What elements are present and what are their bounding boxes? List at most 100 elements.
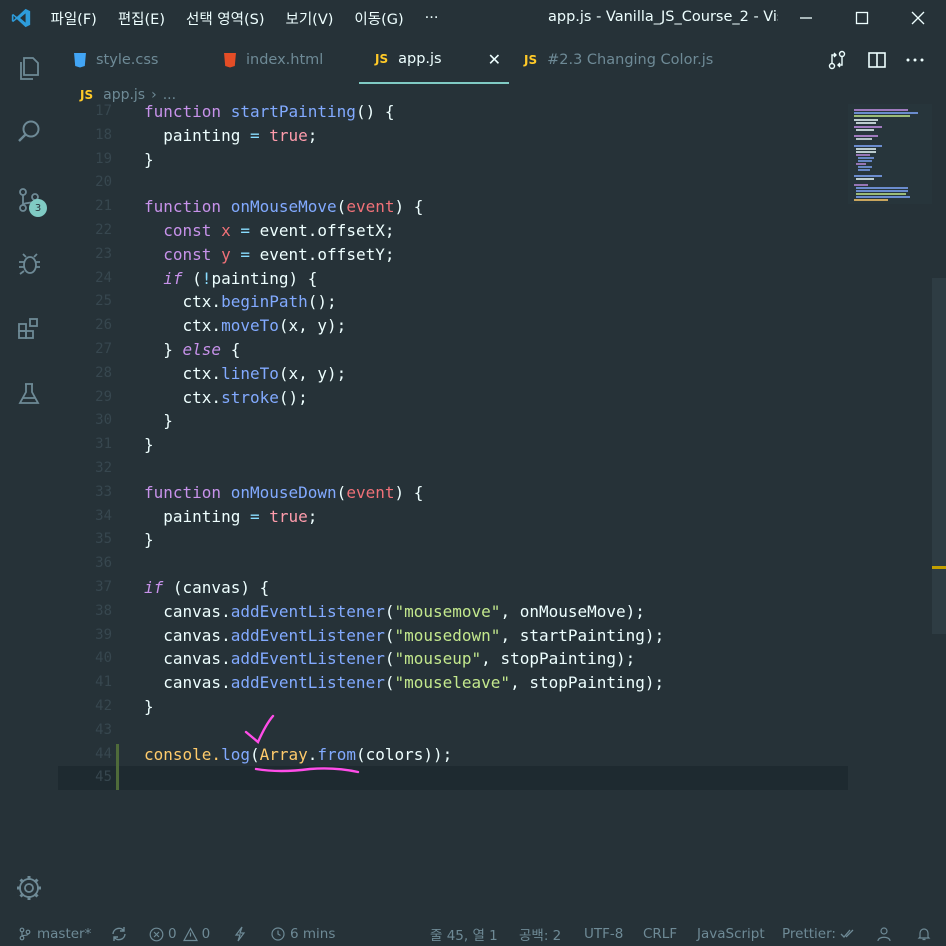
branch-indicator[interactable]: master* (18, 922, 91, 946)
sync-button[interactable] (110, 922, 128, 946)
tab-changing-color-js[interactable]: JS #2.3 Changing Color.js (524, 36, 713, 84)
code-editor[interactable]: 17 function startPainting() {18 painting … (58, 100, 848, 922)
minimize-button[interactable] (778, 0, 834, 36)
code-line[interactable]: 23 const y = event.offsetY; (58, 243, 848, 267)
end-of-line[interactable]: CRLF (643, 922, 677, 946)
time-text: 6 mins (290, 926, 336, 942)
code-token: event (346, 197, 395, 217)
code-token: x (221, 221, 231, 240)
code-line[interactable]: 26 ctx.moveTo(x, y); (58, 314, 848, 338)
window-title: app.js - Vanilla_JS_Course_2 - Vis... (548, 9, 778, 25)
code-token: beginPath (221, 292, 308, 312)
code-token: event.offsetX; (249, 221, 395, 240)
encoding[interactable]: UTF-8 (584, 922, 623, 946)
code-token: addEventListener (230, 625, 385, 645)
indent-guide (116, 744, 119, 790)
extensions-button[interactable] (0, 304, 58, 352)
feedback-button[interactable] (876, 922, 892, 946)
code-line[interactable]: 39 canvas.addEventListener("mousedown", … (58, 624, 848, 648)
compare-icon (828, 50, 846, 70)
code-token: moveTo (221, 316, 279, 336)
code-token: function (144, 102, 231, 121)
tab-style-css[interactable]: style.css (74, 36, 158, 84)
code-text: } (144, 528, 154, 552)
code-line[interactable]: 42} (58, 695, 848, 719)
tab-app-js[interactable]: JS app.js ✕ (359, 36, 509, 84)
close-window-button[interactable] (890, 0, 946, 36)
code-line[interactable]: 45 (58, 766, 848, 791)
time-tracker[interactable]: 6 mins (270, 922, 335, 946)
menu-file[interactable]: 파일(F) (40, 8, 107, 29)
code-line[interactable]: 20 (58, 171, 848, 195)
code-line[interactable]: 36 (58, 552, 848, 576)
code-line[interactable]: 28 ctx.lineTo(x, y); (58, 362, 848, 386)
lightning-button[interactable] (233, 922, 247, 946)
source-control-button[interactable] (0, 176, 58, 224)
maximize-button[interactable] (834, 0, 890, 36)
code-line[interactable]: 21 function onMouseMove(event) { (58, 195, 848, 219)
settings-button[interactable] (0, 864, 58, 912)
notifications-button[interactable] (916, 922, 932, 946)
menu-view[interactable]: 보기(V) (275, 8, 344, 29)
code-line[interactable]: 18 painting = true; (58, 124, 848, 148)
more-actions-button[interactable] (904, 36, 926, 84)
code-line[interactable]: 37 if (canvas) { (58, 576, 848, 600)
error-count: 0 (168, 926, 177, 942)
warning-count: 0 (201, 926, 211, 942)
code-text: ctx.stroke(); (144, 386, 308, 410)
language-mode[interactable]: JavaScript (697, 922, 765, 946)
menu-more[interactable]: ··· (414, 10, 449, 26)
code-line[interactable]: 31} (58, 433, 848, 457)
code-line[interactable]: 22 const x = event.offsetX; (58, 219, 848, 243)
code-line[interactable]: 27 } else { (58, 338, 848, 362)
code-line[interactable]: 32 (58, 457, 848, 481)
code-line[interactable]: 30 } (58, 409, 848, 433)
line-number: 42 (95, 698, 112, 714)
code-token: ( (182, 268, 202, 288)
minimap[interactable] (848, 100, 932, 922)
code-line[interactable]: 40 canvas.addEventListener("mouseup", st… (58, 647, 848, 671)
code-token: (colors)); (355, 744, 453, 764)
cursor-position[interactable]: 줄 45, 열 1 (430, 922, 498, 946)
code-token: { (221, 340, 241, 359)
menu-edit[interactable]: 편집(E) (107, 8, 175, 29)
testing-button[interactable] (0, 370, 58, 418)
tab-index-html[interactable]: index.html (224, 36, 323, 84)
prettier-status[interactable]: Prettier: (782, 922, 854, 946)
code-token: "mousedown" (394, 625, 501, 645)
code-token: stroke (221, 387, 279, 407)
editor-scrollbar[interactable] (932, 278, 946, 634)
code-token: true (269, 125, 308, 145)
line-number: 27 (95, 341, 112, 357)
code-token: } (144, 435, 154, 455)
code-line[interactable]: 34 painting = true; (58, 505, 848, 529)
code-token: } (144, 411, 173, 431)
menu-selection[interactable]: 선택 영역(S) (176, 8, 276, 29)
code-line[interactable]: 17 function startPainting() { (58, 100, 848, 124)
code-line[interactable]: 44 console.log(Array.from(colors)); (58, 743, 848, 767)
code-line[interactable]: 19} (58, 148, 848, 172)
problems-indicator[interactable]: 0 0 (149, 922, 210, 946)
search-button[interactable] (0, 108, 58, 156)
compare-changes-button[interactable] (826, 36, 848, 84)
code-line[interactable]: 35} (58, 528, 848, 552)
debug-button[interactable] (0, 240, 58, 288)
indentation[interactable]: 공백: 2 (519, 922, 561, 946)
explorer-button[interactable] (0, 44, 58, 92)
code-line[interactable]: 24 if (!painting) { (58, 267, 848, 291)
code-token: canvas. (144, 601, 231, 621)
code-line[interactable]: 25 ctx.beginPath(); (58, 290, 848, 314)
code-token: console. (144, 744, 222, 764)
code-line[interactable]: 33 function onMouseDown(event) { (58, 481, 848, 505)
code-text: } (144, 433, 154, 457)
close-tab-icon[interactable]: ✕ (488, 50, 501, 69)
split-editor-button[interactable] (866, 36, 888, 84)
code-line[interactable]: 43 (58, 719, 848, 743)
line-number: 23 (95, 245, 112, 262)
code-line[interactable]: 38 canvas.addEventListener("mousemove", … (58, 600, 848, 624)
code-line[interactable]: 41 canvas.addEventListener("mouseleave",… (58, 671, 848, 695)
gear-icon (17, 876, 41, 900)
code-token: else (182, 340, 222, 359)
menu-go[interactable]: 이동(G) (344, 8, 414, 29)
code-line[interactable]: 29 ctx.stroke(); (58, 386, 848, 410)
